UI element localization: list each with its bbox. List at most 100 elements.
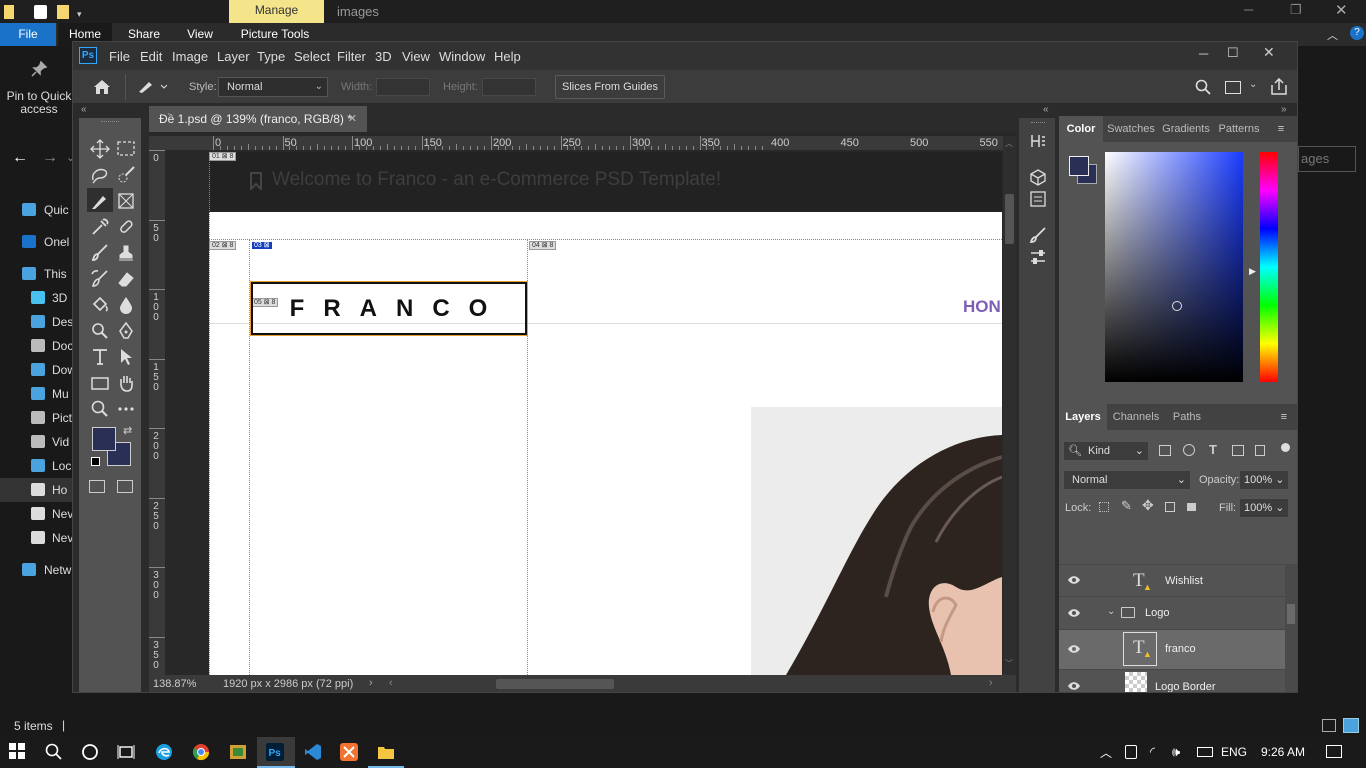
quick-selection-tool-icon[interactable] bbox=[113, 162, 139, 186]
lock-image-icon[interactable]: ✎ bbox=[1121, 498, 1132, 514]
nav-item-3[interactable]: 3D bbox=[0, 286, 72, 310]
tab-swatches[interactable]: Swatches bbox=[1103, 116, 1159, 142]
forward-arrow-icon[interactable]: → bbox=[42, 149, 58, 167]
wifi-icon[interactable]: ◜ bbox=[1150, 744, 1155, 760]
nav-item-4[interactable]: Des bbox=[0, 310, 72, 334]
scroll-right-icon[interactable]: › bbox=[989, 677, 993, 689]
menu-3d[interactable]: 3D bbox=[375, 49, 392, 64]
slice-label-03[interactable]: 03 ⊠ bbox=[251, 241, 273, 250]
menu-image[interactable]: Image bbox=[172, 49, 208, 64]
menu-layer[interactable]: Layer bbox=[217, 49, 250, 64]
tab-channels[interactable]: Channels bbox=[1107, 404, 1165, 430]
ps-maximize-icon[interactable]: ☐ bbox=[1227, 45, 1239, 61]
status-menu-icon[interactable]: › bbox=[369, 677, 373, 689]
file-manager-icon[interactable] bbox=[220, 737, 256, 768]
nav-item-12[interactable]: Nev bbox=[0, 502, 72, 526]
nav-item-8[interactable]: Pict bbox=[0, 406, 72, 430]
nav-item-2[interactable]: This bbox=[0, 262, 72, 286]
workspace-chevron-icon[interactable]: ⌄ bbox=[1249, 79, 1257, 90]
slice-tool-preset-icon[interactable] bbox=[137, 80, 167, 94]
ruler-horizontal[interactable]: 0 50 100 150 200 250 300 350 400 450 500 550 bbox=[165, 136, 1003, 150]
photoshop-taskbar-icon[interactable]: Ps bbox=[257, 737, 295, 768]
document-tab[interactable]: Đề 1.psd @ 139% (franco, RGB/8) * ✕ bbox=[149, 106, 367, 132]
logo-slice[interactable]: FRANCO bbox=[250, 281, 528, 336]
volume-icon[interactable]: 🕪︎ bbox=[1172, 744, 1180, 760]
nav-item-9[interactable]: Vid bbox=[0, 430, 72, 454]
filter-type-icon[interactable]: T bbox=[1209, 442, 1217, 457]
visibility-eye-icon[interactable] bbox=[1067, 644, 1081, 654]
nav-item-10[interactable]: Loc bbox=[0, 454, 72, 478]
guide-vertical-left[interactable] bbox=[209, 152, 210, 675]
frame-tool-icon[interactable] bbox=[113, 188, 139, 212]
ribbon-tab-file[interactable]: File bbox=[0, 23, 56, 46]
layers-menu-icon[interactable]: ≡ bbox=[1209, 404, 1297, 430]
edge-icon[interactable] bbox=[146, 737, 182, 768]
vscode-icon[interactable] bbox=[295, 737, 331, 768]
color-fg-swatch[interactable] bbox=[1069, 156, 1089, 176]
show-hidden-icons[interactable]: ︿ bbox=[1100, 744, 1112, 761]
cortana-icon[interactable] bbox=[72, 737, 108, 768]
tab-patterns[interactable]: Patterns bbox=[1213, 116, 1265, 142]
search-taskbar-icon[interactable] bbox=[36, 737, 72, 768]
panel-collapse-icon[interactable]: « bbox=[1043, 104, 1049, 115]
eyedropper-tool-icon[interactable] bbox=[87, 214, 113, 238]
foreground-color-swatch[interactable] bbox=[92, 427, 116, 451]
nav-item-1[interactable]: Onel bbox=[0, 230, 72, 254]
chrome-icon[interactable] bbox=[183, 737, 219, 768]
hand-tool-icon[interactable] bbox=[113, 370, 139, 394]
minimize-icon[interactable]: ─ bbox=[1244, 2, 1253, 17]
rectangle-tool-icon[interactable] bbox=[87, 370, 113, 394]
panel-expand-icon[interactable]: » bbox=[1281, 104, 1287, 115]
properties-panel-icon[interactable] bbox=[1029, 190, 1047, 208]
cube-icon[interactable] bbox=[1029, 168, 1047, 186]
slice-label-01[interactable]: 01 ⊠ 8 bbox=[209, 152, 237, 161]
nav-item-0[interactable]: Quic bbox=[0, 198, 72, 222]
share-icon[interactable] bbox=[1271, 78, 1287, 95]
color-field[interactable] bbox=[1105, 152, 1243, 382]
group-expand-chevron-icon[interactable]: ⌄ bbox=[1107, 606, 1115, 617]
vertical-scroll-thumb[interactable] bbox=[1005, 194, 1014, 244]
blend-mode-select[interactable]: Normal ⌄ bbox=[1063, 470, 1191, 490]
vertical-scrollbar[interactable]: ︿ ﹀ bbox=[1003, 136, 1016, 675]
notifications-icon[interactable] bbox=[1326, 745, 1342, 758]
task-view-icon[interactable] bbox=[108, 737, 144, 768]
tab-layers[interactable]: Layers bbox=[1059, 404, 1107, 430]
restore-icon[interactable]: ❐ bbox=[1290, 2, 1302, 18]
search-icon[interactable] bbox=[1195, 79, 1211, 95]
search-box[interactable]: ages bbox=[1298, 146, 1356, 172]
ruler-corner[interactable] bbox=[149, 136, 165, 150]
menu-file[interactable]: File bbox=[109, 49, 130, 64]
properties-icon[interactable] bbox=[34, 5, 47, 19]
guide-horizontal[interactable] bbox=[209, 239, 1002, 240]
history-brush-tool-icon[interactable] bbox=[87, 266, 113, 290]
screen-mode-icon[interactable] bbox=[117, 480, 133, 493]
lock-position-icon[interactable]: ✥ bbox=[1142, 497, 1154, 514]
dodge-tool-icon[interactable] bbox=[87, 318, 113, 342]
clock[interactable]: 9:26 AM bbox=[1261, 745, 1305, 759]
path-selection-tool-icon[interactable] bbox=[113, 344, 139, 368]
adjustments-icon[interactable] bbox=[1029, 248, 1047, 266]
menu-window[interactable]: Window bbox=[439, 49, 485, 64]
lock-transparent-icon[interactable] bbox=[1099, 502, 1109, 512]
nav-item-7[interactable]: Mu bbox=[0, 382, 72, 406]
tools-collapse-icon[interactable]: « bbox=[81, 104, 87, 115]
lock-all-icon[interactable] bbox=[1187, 503, 1196, 511]
pen-tool-icon[interactable] bbox=[113, 318, 139, 342]
color-picker-marker[interactable] bbox=[1172, 301, 1182, 311]
new-folder-icon[interactable] bbox=[57, 5, 69, 19]
quick-mask-icon[interactable] bbox=[89, 480, 105, 493]
filter-pixel-icon[interactable] bbox=[1159, 445, 1171, 456]
collapse-ribbon-icon[interactable]: ︿ bbox=[1327, 27, 1338, 43]
manage-tab[interactable]: Manage bbox=[229, 0, 324, 23]
lasso-tool-icon[interactable] bbox=[87, 162, 113, 186]
tab-close-icon[interactable]: ✕ bbox=[348, 106, 357, 132]
ps-close-icon[interactable]: ✕ bbox=[1263, 44, 1275, 61]
xampp-icon[interactable] bbox=[331, 737, 367, 768]
filter-kind-select[interactable]: 🔍︎ Kind ⌄ bbox=[1063, 441, 1149, 461]
hue-slider-handle[interactable]: ▶ bbox=[1249, 266, 1256, 277]
opacity-input[interactable]: 100% ⌄ bbox=[1239, 470, 1289, 490]
layers-scroll-thumb[interactable] bbox=[1287, 604, 1295, 624]
history-icon[interactable] bbox=[1029, 132, 1047, 150]
device-icon[interactable] bbox=[1125, 745, 1137, 759]
ps-minimize-icon[interactable]: ─ bbox=[1199, 46, 1208, 61]
